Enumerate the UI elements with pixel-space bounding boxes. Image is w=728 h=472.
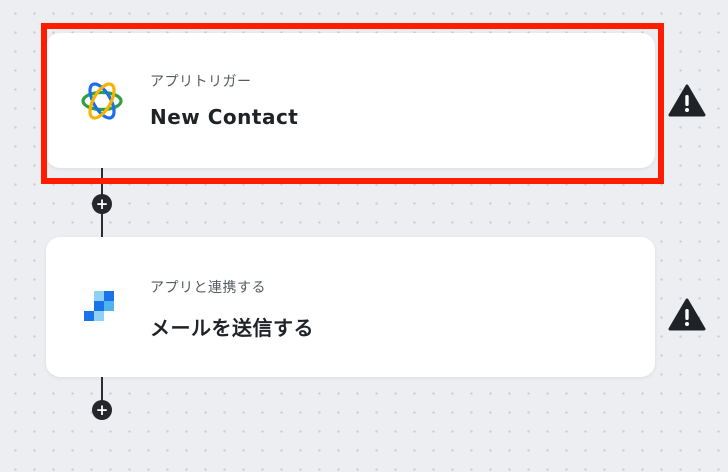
action-step-card[interactable]: アプリと連携する メールを送信する <box>46 237 655 377</box>
step-title: メールを送信する <box>150 316 314 340</box>
blue-squares-icon <box>80 287 120 331</box>
add-step-button[interactable]: + <box>92 194 112 214</box>
add-step-button[interactable]: + <box>92 400 112 420</box>
atom-rings-icon <box>80 79 124 127</box>
step-subtitle: アプリトリガー <box>150 74 252 90</box>
warning-icon[interactable] <box>668 298 706 332</box>
trigger-step-card[interactable]: アプリトリガー New Contact <box>46 33 655 168</box>
warning-icon[interactable] <box>668 84 706 118</box>
step-subtitle: アプリと連携する <box>150 280 266 296</box>
step-title: New Contact <box>150 105 299 129</box>
